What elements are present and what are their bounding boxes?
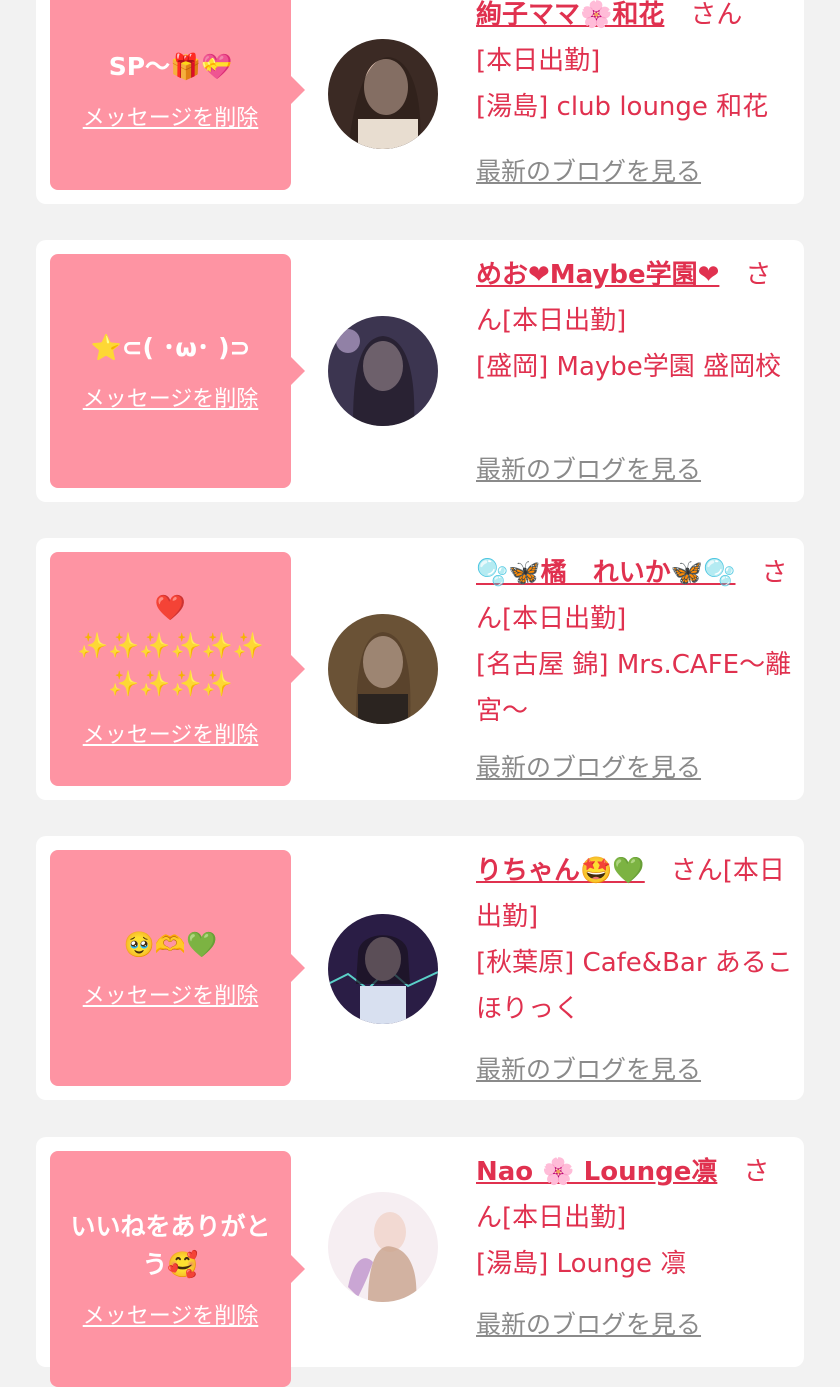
honorific: さん [670, 856, 723, 886]
message-text: 🥹🫶💚 [123, 930, 218, 959]
avatar-photo [328, 914, 438, 1024]
message-bubble: ❤️ ✨✨✨✨✨✨ ✨✨✨✨ メッセージを削除 [50, 552, 305, 786]
shop-location: [盛岡] Maybe学園 盛岡校 [476, 352, 782, 382]
avatar-photo [328, 316, 438, 426]
cast-name-link[interactable]: めお❤Maybe学園❤ [476, 260, 719, 290]
cast-info: Nao 🌸 Lounge凛 さん[本日出勤] [湯島] Lounge 凛 [476, 1149, 794, 1287]
latest-blog-link[interactable]: 最新のブログを見る [476, 450, 701, 486]
latest-blog-link[interactable]: 最新のブログを見る [476, 748, 701, 784]
honorific: さん [690, 0, 743, 30]
work-status: [本日出勤] [502, 604, 627, 634]
message-bubble: いいねをありがとう🥰 メッセージを削除 [50, 1151, 305, 1387]
shop-location: [秋葉原] Cafe&Bar あるこほりっく [476, 948, 793, 1024]
cast-info: りちゃん🤩💚 さん[本日出勤] [秋葉原] Cafe&Bar あるこほりっく [476, 848, 794, 1032]
avatar-photo [328, 614, 438, 724]
message-bubble: 🥹🫶💚 メッセージを削除 [50, 850, 305, 1086]
cast-info: 🫧🦋橘 れいか🦋🫧 さん[本日出勤] [名古屋 錦] Mrs.CAFE〜離宮〜 [476, 550, 794, 734]
avatar[interactable] [328, 914, 438, 1024]
message-card: ⭐️⊂( ･ω･ )⊃ メッセージを削除 めお❤Maybe学園❤ さん[本日出勤… [36, 240, 804, 502]
message-bubble: ⭐️⊂( ･ω･ )⊃ メッセージを削除 [50, 254, 305, 488]
message-card: 🥹🫶💚 メッセージを削除 りちゃん🤩💚 さん[本日出勤] [秋葉原] Cafe&… [36, 836, 804, 1100]
message-card: ❤️ ✨✨✨✨✨✨ ✨✨✨✨ メッセージを削除 🫧🦋橘 れいか🦋🫧 さん[本日出… [36, 538, 804, 800]
shop-location: [名古屋 錦] Mrs.CAFE〜離宮〜 [476, 650, 792, 726]
cast-name-link[interactable]: Nao 🌸 Lounge凛 [476, 1157, 717, 1187]
latest-blog-link[interactable]: 最新のブログを見る [476, 1050, 701, 1086]
avatar[interactable] [328, 614, 438, 724]
cast-name-link[interactable]: 絢子ママ🌸和花 [476, 0, 664, 30]
avatar[interactable] [328, 316, 438, 426]
cast-name-link[interactable]: 🫧🦋橘 れいか🦋🫧 [476, 558, 736, 588]
delete-message-link[interactable]: メッセージを削除 [83, 1298, 259, 1330]
delete-message-link[interactable]: メッセージを削除 [83, 978, 259, 1010]
shop-location: [湯島] club lounge 和花 [476, 92, 769, 122]
delete-message-link[interactable]: メッセージを削除 [83, 100, 259, 132]
avatar[interactable] [328, 39, 438, 149]
message-text: SP〜🎁💝 [108, 52, 233, 81]
latest-blog-link[interactable]: 最新のブログを見る [476, 152, 701, 188]
work-status: [本日出勤] [502, 1203, 627, 1233]
work-status: [本日出勤] [476, 46, 601, 76]
cast-info: めお❤Maybe学園❤ さん[本日出勤] [盛岡] Maybe学園 盛岡校 [476, 252, 794, 390]
cast-name-link[interactable]: りちゃん🤩💚 [476, 856, 645, 886]
message-bubble: SP〜🎁💝 メッセージを削除 [50, 0, 305, 190]
message-text: いいねをありがとう🥰 [70, 1212, 271, 1279]
delete-message-link[interactable]: メッセージを削除 [83, 381, 259, 413]
work-status: [本日出勤] [502, 306, 627, 336]
message-text: ❤️ ✨✨✨✨✨✨ ✨✨✨✨ [77, 593, 264, 698]
avatar-photo [328, 1192, 438, 1302]
delete-message-link[interactable]: メッセージを削除 [83, 717, 259, 749]
cast-info: 絢子ママ🌸和花 さん [本日出勤] [湯島] club lounge 和花 [476, 0, 794, 130]
message-card: いいねをありがとう🥰 メッセージを削除 Nao 🌸 Lounge凛 さん[本日出… [36, 1137, 804, 1387]
avatar-photo [328, 39, 438, 149]
shop-location: [湯島] Lounge 凛 [476, 1249, 687, 1279]
avatar[interactable] [328, 1192, 438, 1302]
message-card: SP〜🎁💝 メッセージを削除 絢子ママ🌸和花 さん [本日出勤] [湯島] cl… [36, 0, 804, 204]
latest-blog-link[interactable]: 最新のブログを見る [476, 1305, 701, 1341]
message-text: ⭐️⊂( ･ω･ )⊃ [90, 333, 251, 362]
